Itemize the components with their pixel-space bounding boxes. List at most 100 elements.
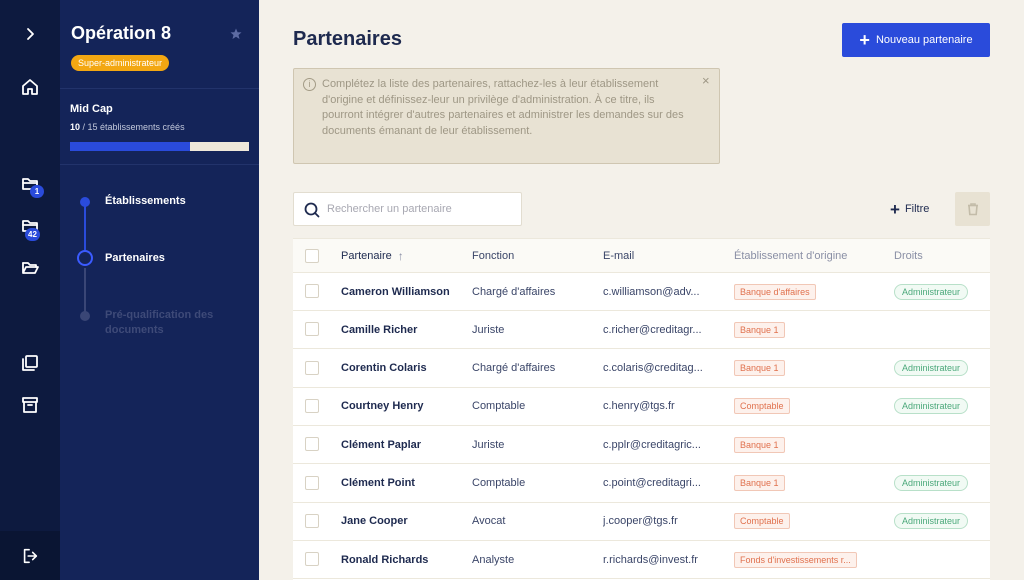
folder-icon[interactable] [0, 166, 60, 202]
partner-function: Comptable [472, 400, 526, 413]
partner-name: Ronald Richards [341, 553, 429, 566]
etablissement-tag-cell: Comptable [734, 388, 884, 425]
filter-button[interactable]: + Filtre [890, 199, 929, 219]
row-checkbox[interactable] [305, 322, 319, 337]
etablissement-tag: Banque 1 [734, 475, 785, 491]
divider [60, 88, 259, 89]
row-checkbox[interactable] [305, 284, 319, 298]
partner-name: Courtney Henry [341, 400, 424, 413]
etablissement-tag: Banque 1 [734, 436, 785, 453]
home-icon[interactable] [0, 69, 60, 105]
nav-rail: 1 42 [0, 0, 60, 580]
partner-name: Clément Point [341, 477, 415, 489]
partner-email-cell: c.henry@tgs.fr [603, 388, 723, 425]
row-checkbox[interactable] [305, 360, 319, 375]
cap-name: Mid Cap [70, 103, 113, 115]
etablissement-tag: Comptable [734, 513, 790, 530]
partner-name: Corentin Colaris [341, 362, 427, 375]
column-header-partenaire[interactable]: Partenaire ↑ [341, 239, 463, 272]
new-partner-button[interactable]: + Nouveau partenaire [842, 23, 990, 57]
select-all-checkbox[interactable] [305, 249, 319, 263]
table-row[interactable]: Clément Point Comptable c.point@creditagri… [293, 465, 990, 503]
partner-function-cell: Juriste [472, 426, 597, 463]
trash-icon [967, 203, 978, 216]
partners-table: Partenaire ↑ Fonction E-mail Établissemen… [293, 238, 990, 580]
partner-function-cell: Avocat [472, 503, 597, 540]
info-text: Complétez la liste des partenaires, ratt… [322, 78, 684, 137]
column-label: Partenaire [341, 249, 392, 262]
row-checkbox[interactable] [305, 513, 319, 528]
etablissement-tag: Comptable [734, 398, 790, 415]
partner-email: c.henry@tgs.fr [603, 400, 675, 413]
search-icon [304, 202, 320, 218]
copy-documents-icon[interactable] [0, 345, 60, 381]
table-row[interactable]: Jane Cooper Avocat j.cooper@tgs.fr Comptabl… [293, 503, 990, 541]
partner-email: c.pplr@creditagric... [603, 438, 701, 451]
step-partenaires[interactable]: Partenaires [105, 251, 235, 266]
expand-chevron-icon[interactable] [0, 16, 60, 52]
row-checkbox[interactable] [305, 475, 319, 490]
table-row[interactable]: Cameron Williamson Chargé d'affaires c.wil… [293, 273, 990, 311]
folder-badge: 1 [30, 185, 44, 198]
droits-badge: Administrateur [894, 283, 969, 300]
row-checkbox[interactable] [305, 398, 319, 413]
table-row[interactable]: Clément Paplar Juriste c.pplr@creditagric.… [293, 426, 990, 465]
partner-name-cell: Clément Paplar [341, 426, 463, 463]
archive-icon[interactable] [0, 387, 60, 423]
cap-count: 10 / 15 établissements créés [70, 122, 185, 132]
column-header-fonction: Fonction [472, 249, 515, 262]
partner-name-cell: Jane Cooper [341, 503, 463, 540]
partner-name: Camille Richer [341, 323, 418, 336]
partner-email: c.richer@creditagr... [603, 323, 702, 336]
step-connector [84, 206, 86, 250]
table-row[interactable]: Corentin Colaris Chargé d'affaires c.colar… [293, 350, 990, 388]
partner-function: Juriste [472, 438, 505, 451]
partner-function: Comptable [472, 477, 526, 489]
droits-badge-cell: Administrateur [894, 465, 984, 502]
partner-email-cell: c.colaris@creditag... [603, 350, 723, 387]
partner-function-cell: Chargé d'affaires [472, 350, 597, 387]
partner-email: r.richards@invest.fr [603, 553, 698, 566]
partner-name-cell: Camille Richer [341, 311, 463, 348]
search-box[interactable] [293, 192, 522, 226]
divider [60, 164, 259, 165]
partner-function-cell: Chargé d'affaires [472, 273, 597, 310]
info-icon: i [303, 78, 316, 91]
search-input[interactable] [327, 199, 512, 219]
partner-function-cell: Comptable [472, 465, 597, 502]
plus-icon: + [890, 199, 900, 219]
filter-label: Filtre [904, 203, 930, 215]
step-etablissements[interactable]: Établissements [105, 194, 235, 209]
etablissement-tag: Banque 1 [734, 321, 785, 338]
partner-email-cell: c.pplr@creditagric... [603, 426, 723, 463]
droits-badge-cell: Administrateur [894, 503, 984, 540]
table-row[interactable]: Camille Richer Juriste c.richer@creditagr.… [293, 311, 990, 350]
droits-badge-cell: Administrateur [894, 273, 984, 310]
table-row[interactable]: Courtney Henry Comptable c.henry@tgs.fr Com… [293, 388, 990, 426]
cap-progress-bar [70, 142, 249, 151]
etablissement-tag-cell: Banque 1 [734, 426, 884, 463]
logout-icon[interactable] [0, 531, 60, 580]
partner-name-cell: Cameron Williamson [341, 273, 463, 310]
cap-progress-fill [70, 142, 190, 151]
etablissement-tag: Banque 1 [734, 360, 785, 377]
row-checkbox[interactable] [305, 552, 319, 567]
partner-email: c.williamson@adv... [603, 285, 700, 298]
partner-function: Chargé d'affaires [472, 362, 556, 375]
new-partner-label: Nouveau partenaire [875, 34, 973, 46]
row-checkbox[interactable] [305, 437, 319, 452]
sort-arrow-icon[interactable]: ↑ [398, 249, 404, 263]
partner-function-cell: Analyste [472, 541, 597, 578]
operation-title: Opération 8 [71, 23, 172, 43]
close-icon[interactable]: × [702, 73, 710, 88]
star-icon[interactable] [230, 28, 242, 40]
etablissement-tag-cell: Comptable [734, 503, 884, 540]
plus-icon: + [859, 30, 870, 50]
open-folder-icon[interactable] [0, 250, 60, 286]
table-row[interactable]: Ronald Richards Analyste r.richards@invest… [293, 541, 990, 580]
etablissement-tag-cell: Fonds d'investissements r... [734, 541, 884, 578]
delete-button[interactable] [955, 192, 990, 226]
folder-stack-badge: 42 [25, 228, 40, 241]
droits-badge: Administrateur [894, 360, 969, 377]
etablissement-tag-cell: Banque 1 [734, 311, 884, 348]
